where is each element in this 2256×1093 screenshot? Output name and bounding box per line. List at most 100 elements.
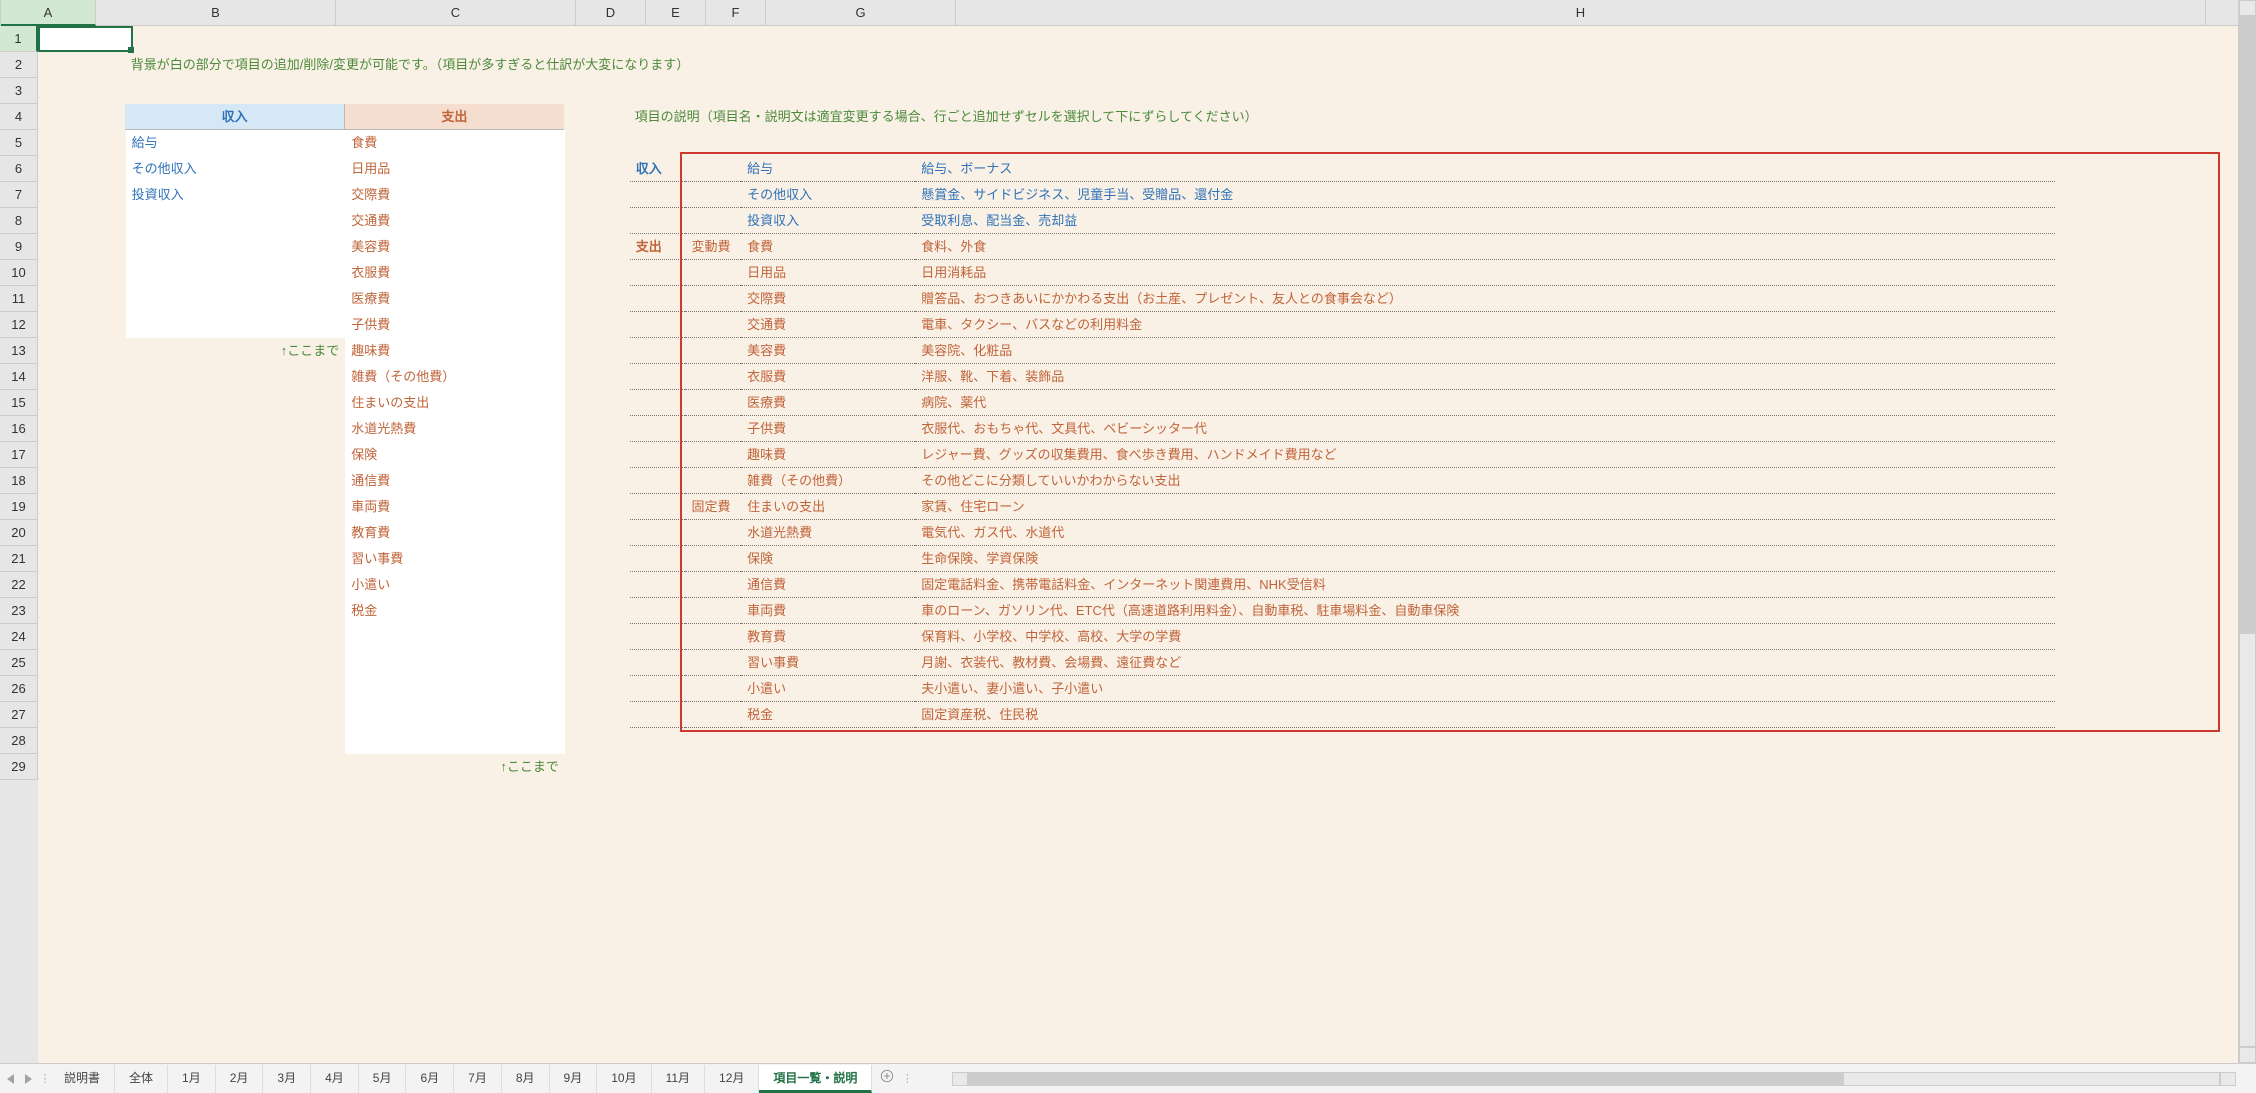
cell-G27[interactable]: 税金 (741, 702, 915, 728)
cell-G11[interactable]: 交際費 (741, 286, 915, 312)
cell-F29[interactable] (685, 754, 741, 780)
cell-G18[interactable]: 雑費（その他費） (741, 468, 915, 494)
cell-D15[interactable] (565, 390, 630, 416)
row-header-8[interactable]: 8 (0, 208, 38, 234)
cell-G25[interactable]: 習い事費 (741, 650, 915, 676)
col-header-E[interactable]: E (646, 0, 706, 26)
sheet-tab-7[interactable]: 6月 (406, 1065, 454, 1093)
cell-B4[interactable]: 収入 (125, 104, 344, 130)
cell-G4[interactable] (744, 104, 918, 130)
cell-H8[interactable]: 受取利息、配当金、売却益 (915, 208, 2055, 234)
cell-D28[interactable] (565, 728, 630, 754)
cell-C12[interactable]: 子供費 (345, 312, 565, 338)
cell-I24[interactable] (2055, 624, 2238, 650)
cell-H1[interactable] (915, 26, 2055, 52)
cell-B1[interactable] (126, 26, 346, 52)
sheet-tab-4[interactable]: 3月 (263, 1065, 311, 1093)
row-header-5[interactable]: 5 (0, 130, 38, 156)
cell-H3[interactable] (915, 78, 2055, 104)
cell-H7[interactable]: 懸賞金、サイドビジネス、児童手当、受贈品、還付金 (915, 182, 2055, 208)
vertical-scrollbar[interactable] (2238, 0, 2256, 1063)
cell-C26[interactable] (345, 676, 565, 702)
cell-G9[interactable]: 食費 (741, 234, 915, 260)
cell-A6[interactable] (38, 156, 126, 182)
row-header-12[interactable]: 12 (0, 312, 38, 338)
cell-A18[interactable] (38, 468, 126, 494)
cell-B29[interactable] (126, 754, 346, 780)
cell-D19[interactable] (565, 494, 630, 520)
cell-F25[interactable] (685, 650, 741, 676)
cell-F6[interactable] (685, 156, 741, 182)
cell-E14[interactable] (630, 364, 686, 390)
cell-D21[interactable] (565, 546, 630, 572)
cell-G14[interactable]: 衣服費 (741, 364, 915, 390)
scroll-left-button[interactable] (952, 1072, 968, 1086)
cell-I15[interactable] (2055, 390, 2238, 416)
sheet-tab-2[interactable]: 1月 (168, 1065, 216, 1093)
cell-C18[interactable]: 通信費 (345, 468, 565, 494)
cell-H22[interactable]: 固定電話料金、携帯電話料金、インターネット関連費用、NHK受信料 (915, 572, 2055, 598)
cell-D9[interactable] (565, 234, 630, 260)
cell-B8[interactable] (126, 208, 346, 234)
cell-D12[interactable] (565, 312, 630, 338)
cell-H5[interactable] (915, 130, 2055, 156)
row-header-21[interactable]: 21 (0, 546, 38, 572)
cell-H6[interactable]: 給与、ボーナス (915, 156, 2055, 182)
cell-A9[interactable] (38, 234, 126, 260)
cell-E12[interactable] (630, 312, 686, 338)
cell-A12[interactable] (38, 312, 126, 338)
cell-E16[interactable] (630, 416, 686, 442)
cell-I10[interactable] (2055, 260, 2238, 286)
cell-B15[interactable] (126, 390, 346, 416)
cell-I22[interactable] (2055, 572, 2238, 598)
cell-G15[interactable]: 医療費 (741, 390, 915, 416)
cell-F5[interactable] (685, 130, 741, 156)
cell-D13[interactable] (565, 338, 630, 364)
cell-D4[interactable] (564, 104, 629, 130)
cell-G8[interactable]: 投資収入 (741, 208, 915, 234)
horizontal-scrollbar[interactable] (952, 1071, 2236, 1087)
cell-E24[interactable] (630, 624, 686, 650)
cell-I18[interactable] (2055, 468, 2238, 494)
cell-I26[interactable] (2055, 676, 2238, 702)
cell-H26[interactable]: 夫小遣い、妻小遣い、子小遣い (915, 676, 2055, 702)
cell-B16[interactable] (126, 416, 346, 442)
cell-G26[interactable]: 小遣い (741, 676, 915, 702)
cell-C14[interactable]: 雑費（その他費） (345, 364, 565, 390)
cell-H20[interactable]: 電気代、ガス代、水道代 (915, 520, 2055, 546)
col-header-A[interactable]: A (1, 0, 96, 26)
row-header-16[interactable]: 16 (0, 416, 38, 442)
row-header-20[interactable]: 20 (0, 520, 38, 546)
cell-G5[interactable] (741, 130, 915, 156)
cell-B9[interactable] (126, 234, 346, 260)
cell-B11[interactable] (126, 286, 346, 312)
vscroll-track[interactable] (2239, 16, 2256, 1047)
cell-H13[interactable]: 美容院、化粧品 (915, 338, 2055, 364)
sheet-tab-13[interactable]: 12月 (705, 1065, 759, 1093)
cell-C13[interactable]: 趣味費 (345, 338, 565, 364)
cell-G12[interactable]: 交通費 (741, 312, 915, 338)
cell-I19[interactable] (2055, 494, 2238, 520)
cell-B26[interactable] (126, 676, 346, 702)
cell-C28[interactable] (345, 728, 565, 754)
cell-D7[interactable] (565, 182, 630, 208)
cell-B7[interactable]: 投資収入 (126, 182, 346, 208)
cell-A11[interactable] (38, 286, 126, 312)
sheet-tab-6[interactable]: 5月 (359, 1065, 407, 1093)
cell-E28[interactable] (630, 728, 686, 754)
cell-I6[interactable] (2055, 156, 2238, 182)
cell-B17[interactable] (126, 442, 346, 468)
cell-I5[interactable] (2055, 130, 2238, 156)
sheet-tab-10[interactable]: 9月 (550, 1065, 598, 1093)
row-header-1[interactable]: 1 (0, 26, 38, 52)
cell-C7[interactable]: 交際費 (345, 182, 565, 208)
cell-F10[interactable] (685, 260, 741, 286)
hscroll-thumb[interactable] (969, 1073, 1844, 1085)
row-header-29[interactable]: 29 (0, 754, 38, 780)
cell-H24[interactable]: 保育料、小学校、中学校、高校、大学の学費 (915, 624, 2055, 650)
row-header-7[interactable]: 7 (0, 182, 38, 208)
cell-A25[interactable] (38, 650, 126, 676)
cell-F26[interactable] (685, 676, 741, 702)
cell-I14[interactable] (2055, 364, 2238, 390)
cell-F24[interactable] (685, 624, 741, 650)
